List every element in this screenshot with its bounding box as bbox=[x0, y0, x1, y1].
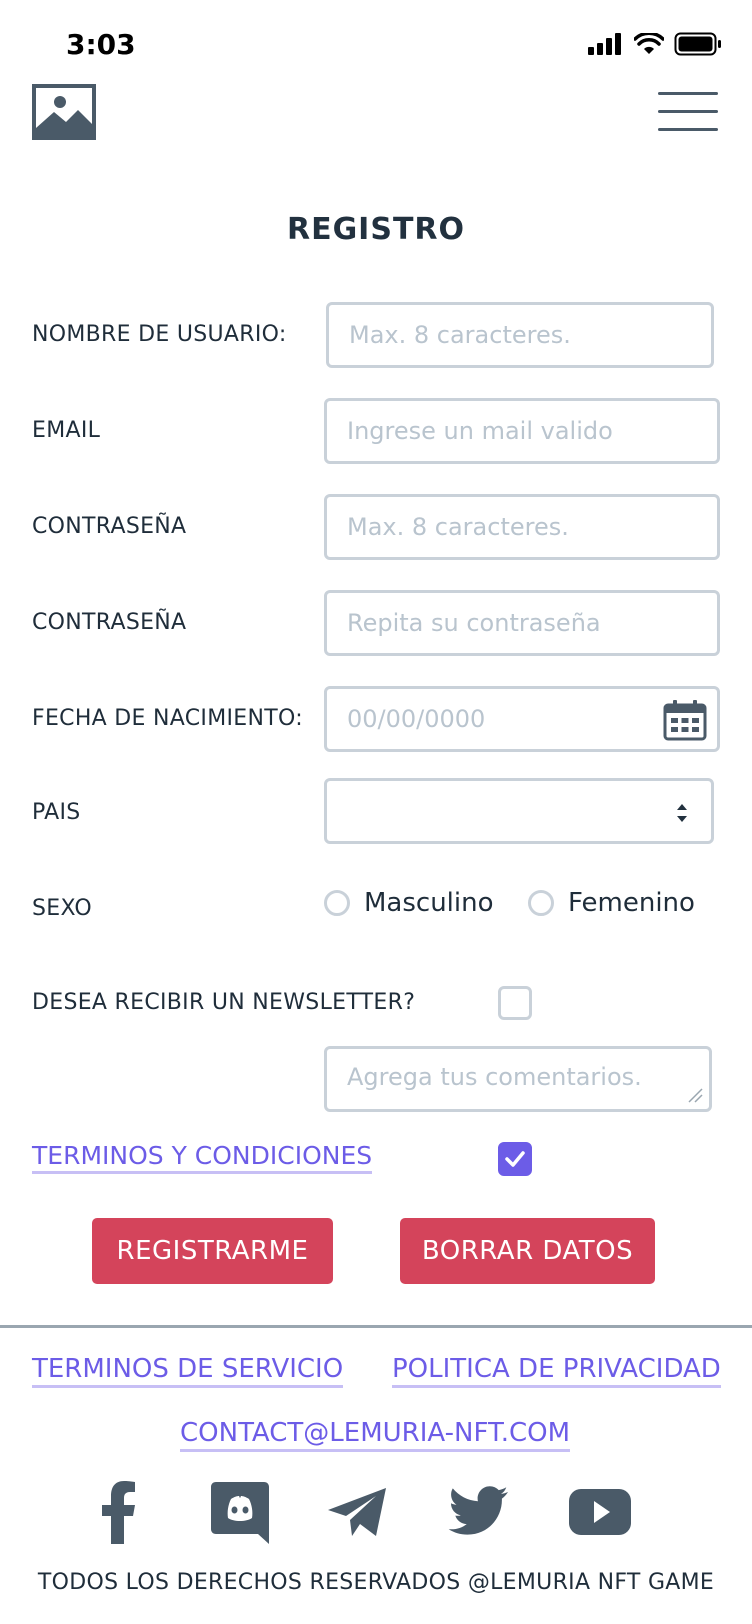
birthdate-field[interactable] bbox=[324, 686, 720, 752]
newsletter-checkbox[interactable] bbox=[498, 986, 532, 1020]
sex-option-masculino[interactable]: Masculino bbox=[324, 888, 494, 918]
hamburger-menu-icon[interactable] bbox=[658, 90, 718, 134]
country-label: PAIS bbox=[32, 800, 81, 825]
telegram-icon[interactable] bbox=[326, 1480, 390, 1544]
radio-masculino[interactable] bbox=[324, 890, 350, 916]
status-time: 3:03 bbox=[66, 28, 136, 61]
logo-image-icon[interactable] bbox=[32, 84, 96, 140]
terms-of-service-link[interactable]: TERMINOS DE SERVICIO bbox=[32, 1354, 344, 1388]
radio-masculino-label[interactable]: Masculino bbox=[364, 888, 494, 918]
battery-icon bbox=[674, 32, 721, 56]
contact-email-link[interactable]: CONTACT@LEMURIA-NFT.COM bbox=[180, 1418, 571, 1452]
register-button[interactable]: REGISTRARME bbox=[92, 1218, 333, 1284]
terms-link[interactable]: TERMINOS Y CONDICIONES bbox=[32, 1141, 373, 1174]
copyright-text: TODOS LOS DERECHOS RESERVADOS @LEMURIA N… bbox=[37, 1570, 715, 1595]
resize-grip-icon[interactable] bbox=[687, 1087, 703, 1103]
footer-divider bbox=[0, 1325, 752, 1328]
password-field[interactable] bbox=[324, 494, 720, 560]
checkmark-icon bbox=[505, 1151, 525, 1167]
comments-field[interactable] bbox=[324, 1046, 712, 1112]
password-input[interactable] bbox=[327, 497, 717, 557]
sex-label: SEXO bbox=[32, 896, 93, 921]
discord-icon[interactable] bbox=[208, 1480, 272, 1544]
birthdate-input[interactable] bbox=[327, 689, 717, 749]
privacy-policy-link[interactable]: POLITICA DE PRIVACIDAD bbox=[392, 1354, 721, 1388]
birthdate-label: FECHA DE NACIMIENTO: bbox=[32, 706, 303, 731]
status-bar: 3:03 bbox=[0, 0, 752, 80]
select-arrows-icon bbox=[677, 804, 687, 822]
radio-femenino-label[interactable]: Femenino bbox=[568, 888, 695, 918]
country-select[interactable] bbox=[324, 778, 714, 844]
wifi-icon bbox=[634, 33, 664, 54]
password-confirm-label: CONTRASEÑA bbox=[32, 610, 187, 635]
page-title: REGISTRO bbox=[286, 212, 466, 247]
twitter-icon[interactable] bbox=[446, 1480, 510, 1544]
password-confirm-field[interactable] bbox=[324, 590, 720, 656]
youtube-icon[interactable] bbox=[568, 1480, 632, 1544]
username-input[interactable] bbox=[329, 305, 711, 365]
email-field[interactable] bbox=[324, 398, 720, 464]
email-input[interactable] bbox=[327, 401, 717, 461]
radio-femenino[interactable] bbox=[528, 890, 554, 916]
sex-option-femenino[interactable]: Femenino bbox=[528, 888, 695, 918]
facebook-icon[interactable] bbox=[88, 1480, 152, 1544]
clear-data-button[interactable]: BORRAR DATOS bbox=[400, 1218, 655, 1284]
email-label: EMAIL bbox=[32, 418, 101, 443]
terms-checkbox[interactable] bbox=[498, 1142, 532, 1176]
password-label: CONTRASEÑA bbox=[32, 514, 187, 539]
calendar-icon[interactable] bbox=[663, 699, 707, 741]
status-icons bbox=[588, 32, 722, 56]
username-label: NOMBRE DE USUARIO: bbox=[32, 322, 287, 347]
password-confirm-input[interactable] bbox=[327, 593, 717, 653]
newsletter-label: DESEA RECIBIR UN NEWSLETTER? bbox=[32, 990, 416, 1015]
signal-icon bbox=[588, 33, 621, 55]
username-field[interactable] bbox=[326, 302, 714, 368]
comments-textarea[interactable] bbox=[327, 1049, 709, 1109]
